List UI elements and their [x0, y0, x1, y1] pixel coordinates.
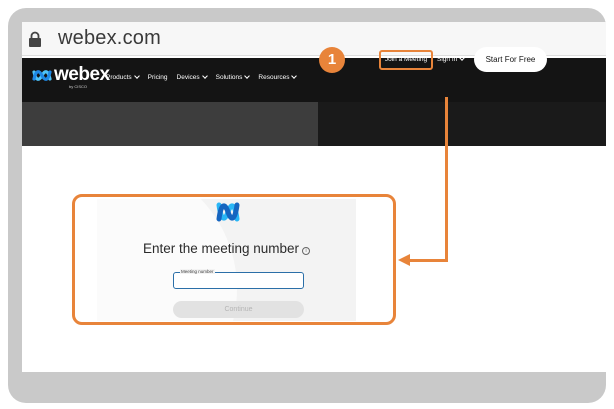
dialog-highlight-box	[72, 194, 396, 325]
callout-arrow-icon	[398, 254, 410, 266]
nav-item-pricing[interactable]: Pricing	[148, 74, 168, 81]
nav-item-resources[interactable]: Resources	[258, 73, 298, 81]
join-meeting-button[interactable]: Join a Meeting	[379, 50, 433, 70]
chevron-down-icon	[133, 73, 140, 79]
logo-sub: by CISCO	[69, 84, 88, 89]
webex-logo-icon	[32, 70, 52, 81]
hero-banner-right	[318, 102, 606, 146]
nav-menu: Products Pricing Devices Solutions Resou…	[106, 73, 298, 81]
hero-banner-left	[22, 102, 318, 146]
chevron-down-icon	[291, 73, 298, 79]
step-number-badge: 1	[319, 47, 345, 73]
nav-item-devices[interactable]: Devices	[177, 73, 208, 81]
lock-icon	[29, 31, 41, 47]
chevron-down-icon	[244, 73, 251, 79]
callout-connector-horizontal	[408, 259, 448, 262]
sign-in-menu[interactable]: Sign In	[437, 55, 466, 63]
callout-connector-vertical	[445, 97, 448, 262]
nav-item-products[interactable]: Products	[106, 73, 140, 81]
chevron-down-icon	[459, 55, 466, 61]
chevron-down-icon	[201, 73, 208, 79]
logo-wordmark: webex	[54, 64, 110, 85]
nav-item-solutions[interactable]: Solutions	[216, 73, 251, 81]
url-text[interactable]: webex.com	[58, 27, 161, 50]
start-for-free-button[interactable]: Start For Free	[474, 47, 547, 72]
